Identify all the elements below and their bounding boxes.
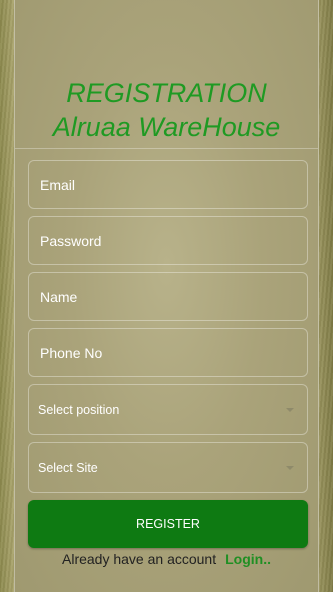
email-field[interactable] (28, 160, 308, 209)
dropdown-arrow-icon (286, 407, 294, 412)
phone-input[interactable] (38, 343, 307, 362)
site-select[interactable]: Select Site (28, 442, 308, 493)
dropdown-arrow-icon (286, 465, 294, 470)
password-input[interactable] (38, 231, 307, 250)
position-select[interactable]: Select position (28, 384, 308, 435)
register-button[interactable]: REGISTER (28, 500, 308, 548)
phone-field[interactable] (28, 328, 308, 377)
site-select-label: Select Site (38, 460, 98, 475)
password-field[interactable] (28, 216, 308, 265)
app-name: Alruaa WareHouse (52, 112, 281, 142)
name-field[interactable] (28, 272, 308, 321)
divider (15, 148, 318, 149)
registration-card: REGISTRATION Alruaa WareHouse Select pos… (14, 0, 319, 592)
position-select-label: Select position (38, 402, 120, 417)
footer-text: Already have an account (62, 551, 217, 567)
email-input[interactable] (38, 175, 307, 194)
login-link[interactable]: Login.. (225, 551, 271, 567)
login-prompt: Already have an account Login.. (15, 551, 318, 567)
name-input[interactable] (38, 287, 307, 306)
page-title: REGISTRATION (66, 78, 267, 108)
